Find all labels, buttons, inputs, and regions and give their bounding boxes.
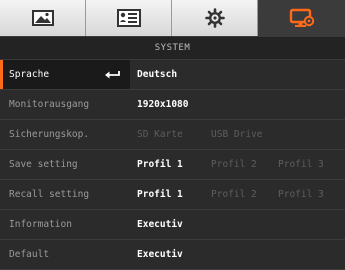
- row-recall-setting[interactable]: Recall setting Profil 1 Profil 2 Profil …: [0, 180, 345, 210]
- recall-label: Recall setting: [9, 189, 90, 200]
- row-label: Recall setting: [0, 180, 130, 209]
- monitor-settings-icon: [289, 8, 314, 27]
- recall-option-3[interactable]: Profil 3: [278, 180, 324, 209]
- save-label: Save setting: [9, 159, 78, 170]
- tab-image[interactable]: [0, 0, 86, 36]
- backup-label: Sicherungskop.: [9, 129, 90, 140]
- row-sicherungskopie[interactable]: Sicherungskop. SD Karte USB Drive: [0, 120, 345, 150]
- enter-arrow-icon: [105, 71, 120, 79]
- settings-list: Sprache Deutsch Monitorausgang 1920x1080…: [0, 60, 345, 270]
- save-option-3[interactable]: Profil 3: [278, 150, 324, 179]
- row-label: Sicherungskop.: [0, 120, 130, 149]
- section-title: SYSTEM: [0, 36, 345, 60]
- row-label: Monitorausgang: [0, 90, 130, 119]
- backup-option-sd: SD Karte: [137, 129, 183, 140]
- osd-menu: SYSTEM Sprache Deutsch Monitorausgang 19…: [0, 0, 345, 270]
- sprache-value[interactable]: Deutsch: [137, 60, 177, 89]
- row-monitorausgang[interactable]: Monitorausgang 1920x1080: [0, 90, 345, 120]
- sprache-label: Sprache: [9, 69, 50, 80]
- row-information[interactable]: Information Executiv: [0, 210, 345, 240]
- tab-settings[interactable]: [172, 0, 258, 36]
- tab-bar: [0, 0, 345, 36]
- save-option-1[interactable]: Profil 1: [137, 150, 183, 179]
- information-label: Information: [9, 219, 72, 230]
- row-label: Default: [0, 240, 130, 269]
- row-label: Sprache: [0, 60, 130, 89]
- recall-option-1[interactable]: Profil 1: [137, 180, 183, 209]
- row-sprache[interactable]: Sprache Deutsch: [0, 60, 345, 90]
- image-icon: [31, 10, 54, 26]
- save-option-2[interactable]: Profil 2: [211, 150, 257, 179]
- monitor-value[interactable]: 1920x1080: [137, 90, 188, 119]
- monitor-label: Monitorausgang: [9, 99, 90, 110]
- row-label: Save setting: [0, 150, 130, 179]
- information-value: Executiv: [137, 219, 183, 230]
- row-label: Information: [0, 210, 130, 239]
- default-value[interactable]: Executiv: [137, 240, 183, 269]
- tab-display-settings[interactable]: [86, 0, 172, 36]
- settings-card-icon: [116, 9, 141, 27]
- default-label: Default: [9, 249, 50, 260]
- gear-icon: [204, 8, 225, 28]
- recall-option-2[interactable]: Profil 2: [211, 180, 257, 209]
- row-default[interactable]: Default Executiv: [0, 240, 345, 270]
- backup-option-usb: USB Drive: [211, 129, 263, 140]
- tab-system[interactable]: [258, 0, 345, 36]
- row-save-setting[interactable]: Save setting Profil 1 Profil 2 Profil 3: [0, 150, 345, 180]
